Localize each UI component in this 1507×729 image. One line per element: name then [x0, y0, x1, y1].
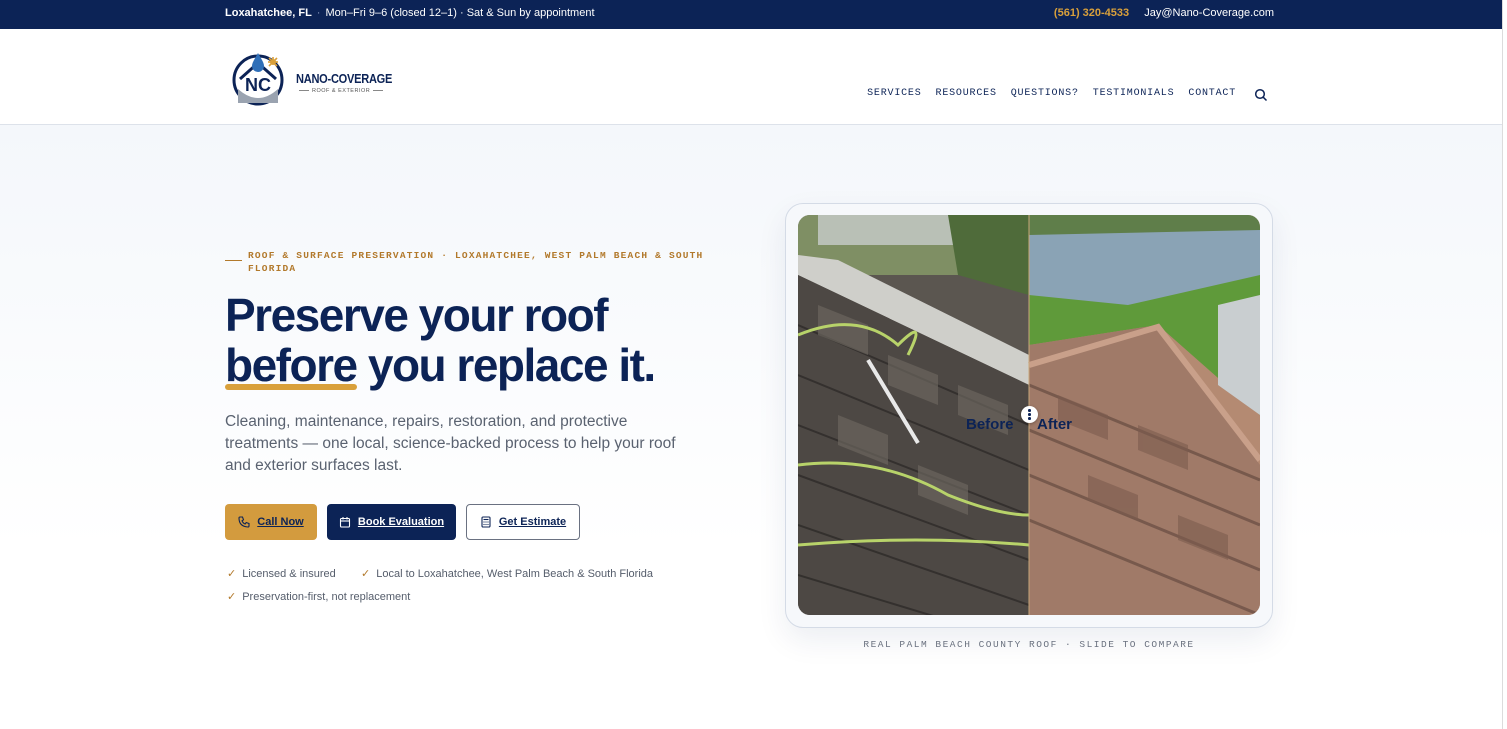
- main-nav: SERVICES RESOURCES QUESTIONS? TESTIMONIA…: [867, 88, 1236, 99]
- checklist-item: ✓ Local to Loxahatchee, West Palm Beach &…: [361, 567, 654, 581]
- book-evaluation-button[interactable]: Book Evaluation: [327, 504, 456, 540]
- check-icon: ✓: [227, 568, 237, 580]
- checklist-item: ✓ Licensed & insured: [227, 567, 336, 581]
- slider-handle-icon[interactable]: [1021, 406, 1038, 423]
- page-scrollbar[interactable]: [1502, 0, 1507, 729]
- separator: ·: [316, 7, 321, 19]
- brand-wordmark[interactable]: NANO-COVERAGE ROOF & EXTERIOR: [296, 71, 409, 94]
- contact-info: (561) 320-4533 Jay@Nano-Coverage.com: [1054, 7, 1274, 19]
- nav-resources[interactable]: RESOURCES: [936, 88, 997, 99]
- hero-description: Cleaning, maintenance, repairs, restorat…: [225, 413, 676, 474]
- hero-section: ROOF & SURFACE PRESERVATION · LOXAHATCHE…: [0, 125, 1502, 729]
- compare-caption: REAL PALM BEACH COUNTY ROOF · SLIDE TO C…: [863, 639, 1195, 650]
- brand-name: NANO-COVERAGE: [296, 71, 393, 86]
- headline-line-1: Preserve your roof: [225, 289, 609, 341]
- location-text: Loxahatchee, FL: [225, 7, 312, 19]
- nav-testimonials[interactable]: TESTIMONIALS: [1093, 88, 1175, 99]
- search-icon[interactable]: [1254, 88, 1268, 102]
- calendar-icon: [339, 517, 350, 528]
- nav-services[interactable]: SERVICES: [867, 88, 921, 99]
- checklist-item-text: Local to Loxahatchee, West Palm Beach & …: [376, 567, 654, 580]
- email-link[interactable]: Jay@Nano-Coverage.com: [1144, 7, 1274, 19]
- after-label: After: [1037, 416, 1073, 433]
- book-evaluation-label: Book Evaluation: [357, 516, 445, 528]
- phone-icon: [238, 516, 250, 528]
- brand-tagline: ROOF & EXTERIOR: [296, 88, 409, 94]
- before-label: Before: [966, 416, 1014, 433]
- headline-line-2: you replace it.: [356, 339, 656, 391]
- hero-headline: Preserve your roof before you replace it…: [225, 289, 656, 391]
- hours-text: Mon–Fri 9–6 (closed 12–1) · Sat & Sun by…: [325, 7, 595, 19]
- checklist-item-text: Preservation-first, not replacement: [242, 590, 411, 603]
- brand-logo-icon[interactable]: NC: [230, 51, 290, 107]
- nav-questions[interactable]: QUESTIONS?: [1011, 88, 1079, 99]
- calculator-icon: [481, 516, 491, 528]
- site-header: NC NANO-COVERAGE ROOF & EXTERIOR SERVICE…: [0, 29, 1502, 125]
- top-info-bar: Loxahatchee, FL · Mon–Fri 9–6 (closed 12–1…: [0, 0, 1502, 29]
- logo-monogram: NC: [245, 75, 271, 95]
- phone-link[interactable]: (561) 320-4533: [1054, 7, 1129, 19]
- get-estimate-button[interactable]: Get Estimate: [466, 504, 580, 540]
- check-icon: ✓: [227, 591, 237, 603]
- get-estimate-label: Get Estimate: [498, 516, 567, 528]
- call-now-label: Call Now: [257, 516, 304, 528]
- business-info: Loxahatchee, FL · Mon–Fri 9–6 (closed 12–1…: [225, 7, 595, 19]
- hero-eyebrow: ROOF & SURFACE PRESERVATION · LOXAHATCHE…: [225, 249, 715, 275]
- nav-contact[interactable]: CONTACT: [1188, 88, 1236, 99]
- checklist-item-text: Licensed & insured: [242, 567, 336, 580]
- checklist-item: ✓ Preservation-first, not replacement: [227, 590, 411, 604]
- call-now-button[interactable]: Call Now: [225, 504, 317, 540]
- headline-highlight: before: [225, 339, 358, 391]
- scrollbar-thumb[interactable]: [1502, 0, 1507, 729]
- check-icon: ✓: [361, 568, 371, 580]
